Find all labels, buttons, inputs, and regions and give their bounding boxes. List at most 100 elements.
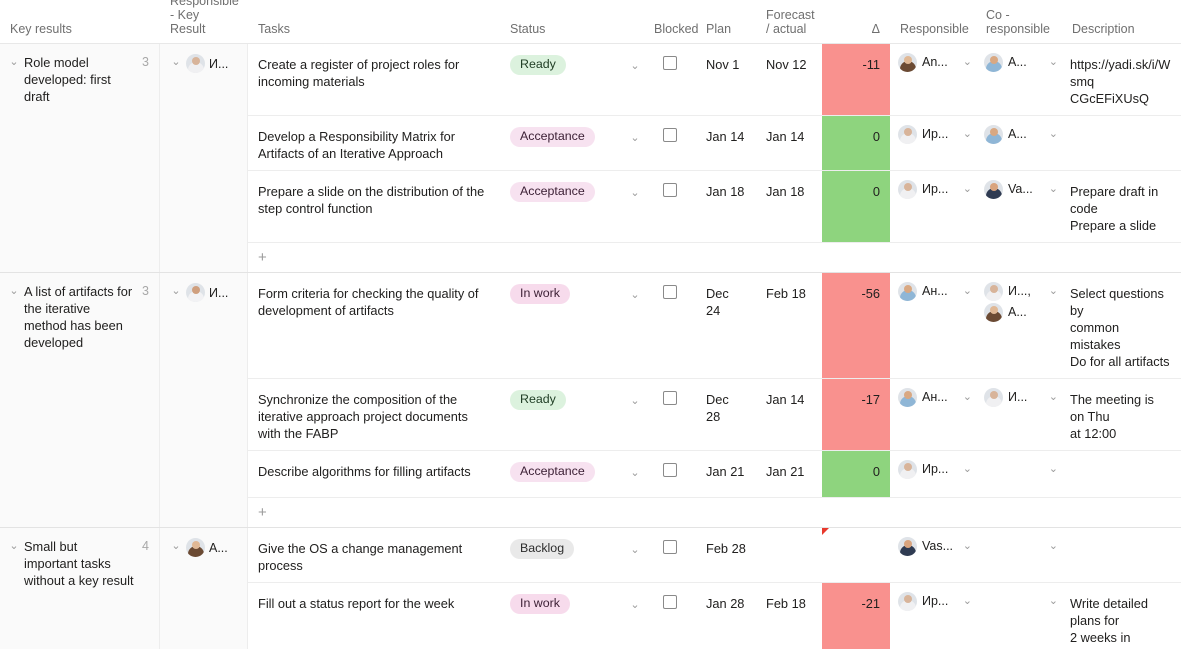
key-result-owner-cell[interactable]: ⌄ A... — [160, 528, 248, 649]
column-header-description[interactable]: Description — [1062, 0, 1181, 43]
chevron-down-icon[interactable]: ⌄ — [961, 125, 972, 144]
blocked-checkbox[interactable] — [663, 128, 677, 142]
blocked-checkbox[interactable] — [663, 595, 677, 609]
person-chip[interactable]: И..., — [984, 282, 1031, 301]
chevron-down-icon[interactable]: ⌄ — [628, 544, 639, 556]
table-row[interactable]: Create a register of project roles for i… — [248, 44, 1181, 116]
chevron-down-icon[interactable]: ⌄ — [961, 388, 972, 407]
chevron-down-icon[interactable]: ⌄ — [628, 395, 639, 407]
status-badge[interactable]: Ready — [510, 55, 566, 75]
plan-date[interactable]: Jan 28 — [696, 583, 756, 649]
blocked-checkbox[interactable] — [663, 463, 677, 477]
table-row[interactable]: Develop a Responsibility Matrix for Arti… — [248, 116, 1181, 171]
add-task-button[interactable]: + — [248, 243, 500, 272]
person-chip[interactable]: Ан... — [898, 388, 948, 407]
status-badge[interactable]: In work — [510, 284, 570, 304]
description-cell[interactable]: Write detailed plans for 2 weeks in advan… — [1062, 583, 1181, 649]
responsible-cell[interactable]: Ир... ⌄ — [890, 116, 976, 170]
description-cell[interactable] — [1062, 451, 1181, 497]
chevron-down-icon[interactable]: ⌄ — [628, 60, 639, 72]
plan-date[interactable]: Jan 18 — [696, 171, 756, 242]
key-result-title[interactable]: A list of artifacts for the iterative me… — [24, 283, 134, 351]
chevron-down-icon[interactable]: ⌄ — [628, 187, 639, 199]
co-responsible-cell[interactable]: ⌄ — [976, 451, 1062, 497]
column-header-tasks[interactable]: Tasks — [248, 0, 500, 43]
table-row[interactable]: Describe algorithms for filling artifact… — [248, 451, 1181, 498]
task-title[interactable]: Form criteria for checking the quality o… — [248, 273, 500, 378]
chevron-down-icon[interactable]: ⌄ — [1047, 180, 1058, 199]
forecast-date[interactable]: Feb 18 — [756, 273, 822, 378]
status-badge[interactable]: Acceptance — [510, 182, 595, 202]
responsible-cell[interactable]: Ир... ⌄ — [890, 171, 976, 242]
forecast-date[interactable]: Jan 21 — [756, 451, 822, 497]
plan-date[interactable]: Feb 28 — [696, 528, 756, 582]
status-badge[interactable]: Ready — [510, 390, 566, 410]
plan-date[interactable]: Jan 14 — [696, 116, 756, 170]
person-chip[interactable]: Ан... — [898, 282, 948, 301]
status-badge[interactable]: Backlog — [510, 539, 575, 559]
person-chip[interactable]: A... — [984, 53, 1027, 72]
status-badge[interactable]: Acceptance — [510, 462, 595, 482]
table-row[interactable]: Synchronize the composition of the itera… — [248, 379, 1181, 451]
person-chip[interactable]: А... — [984, 303, 1031, 322]
plan-date[interactable]: Jan 21 — [696, 451, 756, 497]
forecast-date[interactable] — [756, 528, 822, 582]
task-title[interactable]: Fill out a status report for the week — [248, 583, 500, 649]
forecast-date[interactable]: Jan 14 — [756, 379, 822, 450]
table-row[interactable]: Form criteria for checking the quality o… — [248, 273, 1181, 379]
forecast-date[interactable]: Jan 14 — [756, 116, 822, 170]
chevron-down-icon[interactable]: ⌄ — [170, 54, 182, 70]
key-result-title[interactable]: Small but important tasks without a key … — [24, 538, 134, 589]
co-responsible-cell[interactable]: Va... ⌄ — [976, 171, 1062, 242]
chevron-down-icon[interactable]: ⌄ — [1047, 537, 1058, 556]
column-header-status[interactable]: Status — [500, 0, 624, 43]
table-row[interactable]: Give the OS a change management process B… — [248, 528, 1181, 583]
column-header-key-results[interactable]: Key results — [0, 0, 160, 43]
chevron-down-icon[interactable]: ⌄ — [961, 180, 972, 199]
responsible-cell[interactable]: Ан... ⌄ — [890, 379, 976, 450]
chevron-down-icon[interactable]: ⌄ — [628, 132, 639, 144]
chevron-down-icon[interactable]: ⌄ — [1047, 282, 1058, 301]
person-chip[interactable]: Vas... — [898, 537, 953, 556]
forecast-date[interactable]: Nov 12 — [756, 44, 822, 115]
forecast-date[interactable]: Jan 18 — [756, 171, 822, 242]
plan-date[interactable]: Dec 24 — [696, 273, 756, 378]
responsible-cell[interactable]: An... ⌄ — [890, 44, 976, 115]
table-row[interactable]: Prepare a slide on the distribution of t… — [248, 171, 1181, 243]
status-cell[interactable]: In work — [500, 583, 624, 649]
description-cell[interactable] — [1062, 528, 1181, 582]
person-chip[interactable]: An... — [898, 53, 948, 72]
person-chip[interactable]: Ир... — [898, 592, 948, 611]
chevron-down-icon[interactable]: ⌄ — [1047, 125, 1058, 144]
responsible-cell[interactable]: Vas... ⌄ — [890, 528, 976, 582]
task-title[interactable]: Synchronize the composition of the itera… — [248, 379, 500, 450]
chevron-down-icon[interactable]: ⌄ — [961, 53, 972, 72]
status-cell[interactable]: Acceptance — [500, 116, 624, 170]
column-header-responsible[interactable]: Responsible — [890, 0, 976, 43]
column-header-co-responsible[interactable]: Co - responsible — [976, 0, 1062, 43]
plan-date[interactable]: Nov 1 — [696, 44, 756, 115]
chevron-down-icon[interactable]: ⌄ — [1047, 53, 1058, 72]
chevron-down-icon[interactable]: ⌄ — [170, 538, 182, 554]
description-cell[interactable]: The meeting is on Thu at 12:00 — [1062, 379, 1181, 450]
co-responsible-cell[interactable]: A... ⌄ — [976, 116, 1062, 170]
responsible-cell[interactable]: Ир... ⌄ — [890, 583, 976, 649]
chevron-down-icon[interactable]: ⌄ — [1047, 388, 1058, 407]
status-cell[interactable]: Ready — [500, 379, 624, 450]
key-result-title[interactable]: Role model developed: first draft — [24, 54, 134, 105]
responsible-cell[interactable]: Ан... ⌄ — [890, 273, 976, 378]
chevron-down-icon[interactable]: ⌄ — [8, 538, 20, 554]
description-cell[interactable]: Prepare draft in code Prepare a slide — [1062, 171, 1181, 242]
status-cell[interactable]: Acceptance — [500, 171, 624, 242]
column-header-plan[interactable]: Plan — [696, 0, 756, 43]
key-result-owner-cell[interactable]: ⌄ И... — [160, 273, 248, 527]
task-title[interactable]: Create a register of project roles for i… — [248, 44, 500, 115]
chevron-down-icon[interactable]: ⌄ — [628, 289, 639, 301]
task-title[interactable]: Prepare a slide on the distribution of t… — [248, 171, 500, 242]
task-title[interactable]: Give the OS a change management process — [248, 528, 500, 582]
description-cell[interactable]: https://yadi.sk/i/Wsmq CGcEFiXUsQ — [1062, 44, 1181, 115]
person-chip[interactable]: A... — [984, 125, 1027, 144]
person-chip[interactable]: Va... — [984, 180, 1033, 199]
responsible-cell[interactable]: Ир... ⌄ — [890, 451, 976, 497]
person-chip[interactable]: Ир... — [898, 180, 948, 199]
